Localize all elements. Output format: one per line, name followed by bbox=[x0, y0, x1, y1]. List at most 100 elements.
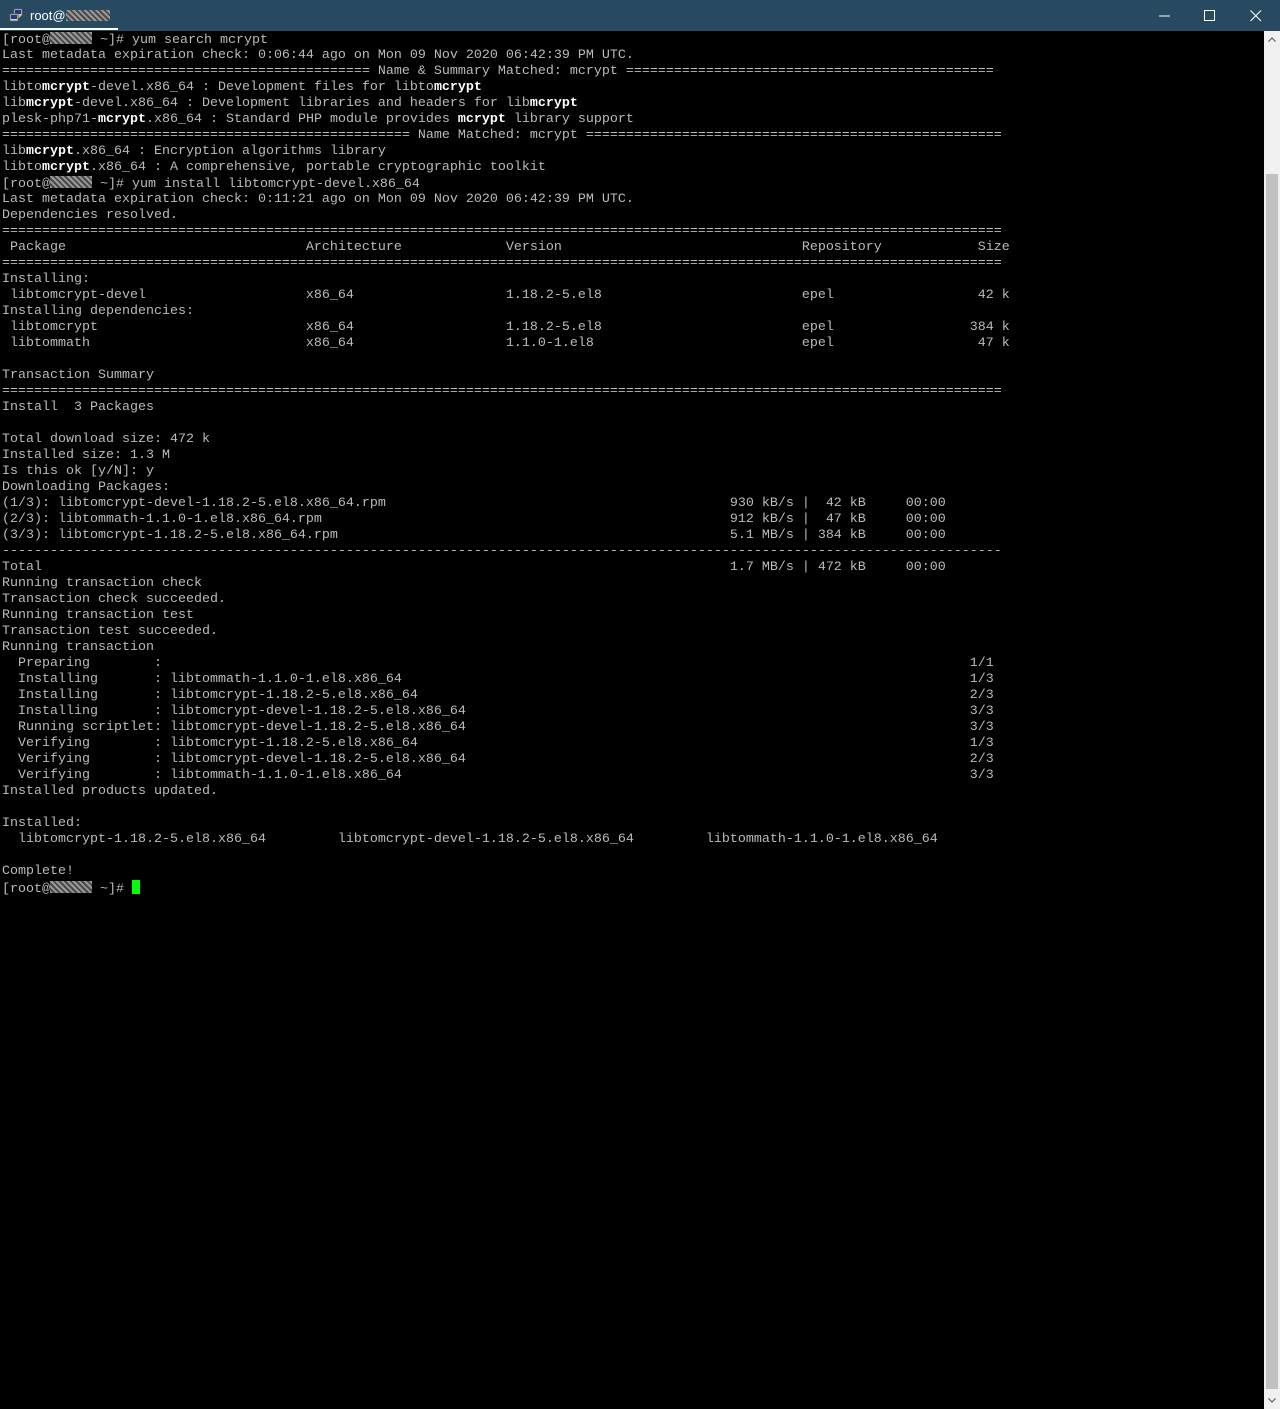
terminal-text: .x86_64 : Encryption algorithms library bbox=[74, 144, 386, 159]
title-bar[interactable]: root@ bbox=[0, 0, 1280, 31]
terminal-line: Installing : libtomcrypt-devel-1.18.2-5.… bbox=[2, 704, 1010, 720]
terminal-line: Complete! bbox=[2, 864, 1010, 880]
terminal-line: Downloading Packages: bbox=[2, 480, 1010, 496]
terminal-line: Installing : libtomcrypt-1.18.2-5.el8.x8… bbox=[2, 688, 1010, 704]
search-match: mcrypt bbox=[529, 96, 578, 111]
maximize-button[interactable] bbox=[1187, 0, 1233, 31]
scroll-up-button[interactable] bbox=[1264, 31, 1280, 48]
terminal-text: Verifying : libtommath-1.1.0-1.el8.x86_6… bbox=[2, 768, 994, 783]
scrollbar-thumb[interactable] bbox=[1266, 174, 1278, 1389]
terminal-text: Downloading Packages: bbox=[2, 480, 170, 495]
terminal-line: Installing : libtommath-1.1.0-1.el8.x86_… bbox=[2, 672, 1010, 688]
terminal-line: plesk-php71-mcrypt.x86_64 : Standard PHP… bbox=[2, 112, 1010, 128]
terminal-lines: [root@ ~]# yum search mcrypt Last metadat… bbox=[2, 32, 1010, 897]
terminal-text: Running transaction check bbox=[2, 576, 202, 591]
terminal-line: libtomcrypt-devel x86_64 1.18.2-5.el8 ep… bbox=[2, 288, 1010, 304]
terminal-text: plesk-php71- bbox=[2, 112, 98, 127]
search-match: mcrypt bbox=[42, 160, 90, 175]
terminal-line: (2/3): libtommath-1.1.0-1.el8.x86_64.rpm… bbox=[2, 512, 1010, 528]
terminal-text: Running transaction test bbox=[2, 608, 194, 623]
close-button[interactable] bbox=[1233, 0, 1279, 31]
terminal-text: -devel.x86_64 : Development files for li… bbox=[90, 80, 434, 95]
terminal-text: Installed: bbox=[2, 816, 82, 831]
terminal-text: libtomcrypt-devel x86_64 1.18.2-5.el8 ep… bbox=[2, 288, 1010, 303]
terminal-text: ========================================… bbox=[2, 256, 1002, 271]
terminal-text: .x86_64 : Standard PHP module provides bbox=[145, 112, 458, 127]
terminal-line: Install 3 Packages bbox=[2, 400, 1010, 416]
terminal-text: libto bbox=[2, 80, 42, 95]
terminal-text: libtomcrypt x86_64 1.18.2-5.el8 epel 384… bbox=[2, 320, 1010, 335]
search-match: mcrypt bbox=[457, 112, 506, 127]
terminal-text: library support bbox=[505, 112, 634, 127]
minimize-button[interactable] bbox=[1142, 0, 1188, 31]
terminal-text: lib bbox=[2, 144, 26, 159]
redacted-hostname bbox=[50, 176, 92, 188]
terminal-text: Install 3 Packages bbox=[2, 400, 154, 415]
scroll-down-button[interactable] bbox=[1264, 1392, 1280, 1409]
terminal-cursor bbox=[132, 880, 140, 894]
terminal-text: Last metadata expiration check: 0:11:21 … bbox=[2, 192, 634, 207]
terminal-text: Package Architecture Version Repository … bbox=[2, 240, 1010, 255]
terminal-line: libtommath x86_64 1.1.0-1.el8 epel 47 k bbox=[2, 336, 1010, 352]
redacted-hostname bbox=[50, 32, 92, 44]
shell-prompt: [root@ bbox=[2, 881, 92, 897]
terminal-line: ========================================… bbox=[2, 384, 1010, 400]
window-tab[interactable]: root@ bbox=[0, 0, 118, 30]
terminal-line: ========================================… bbox=[2, 224, 1010, 240]
terminal-text: Last metadata expiration check: 0:06:44 … bbox=[2, 48, 634, 63]
terminal-text: ~]# bbox=[92, 882, 132, 897]
terminal-text: Installing : libtommath-1.1.0-1.el8.x86_… bbox=[2, 672, 994, 687]
terminal-text: Installed size: 1.3 M bbox=[2, 448, 170, 463]
terminal-line: Running transaction test bbox=[2, 608, 1010, 624]
terminal-line: Installing: bbox=[2, 272, 1010, 288]
terminal-line: libtomcrypt x86_64 1.18.2-5.el8 epel 384… bbox=[2, 320, 1010, 336]
terminal-text: ========================================… bbox=[2, 64, 994, 79]
terminal-line: libtomcrypt.x86_64 : A comprehensive, po… bbox=[2, 160, 1010, 176]
terminal-text: ~]# yum search mcrypt bbox=[92, 33, 268, 48]
terminal-line: Dependencies resolved. bbox=[2, 208, 1010, 224]
terminal-text: libtommath x86_64 1.1.0-1.el8 epel 47 k bbox=[2, 336, 1010, 351]
terminal-output[interactable]: [root@ ~]# yum search mcrypt Last metadat… bbox=[0, 31, 1264, 1409]
search-match: mcrypt bbox=[42, 80, 90, 95]
terminal-text: (1/3): libtomcrypt-devel-1.18.2-5.el8.x8… bbox=[2, 496, 946, 511]
terminal-line: [root@ ~]# bbox=[2, 880, 1010, 897]
terminal-line: Running transaction check bbox=[2, 576, 1010, 592]
terminal-line: libmcrypt.x86_64 : Encryption algorithms… bbox=[2, 144, 1010, 160]
shell-prompt: [root@ bbox=[2, 32, 92, 48]
terminal-text: ~]# yum install libtomcrypt-devel.x86_64 bbox=[92, 177, 420, 192]
terminal-line: (3/3): libtomcrypt-1.18.2-5.el8.x86_64.r… bbox=[2, 528, 1010, 544]
terminal-text: (2/3): libtommath-1.1.0-1.el8.x86_64.rpm… bbox=[2, 512, 946, 527]
terminal-text: ========================================… bbox=[2, 384, 1002, 399]
terminal-line: Last metadata expiration check: 0:06:44 … bbox=[2, 48, 1010, 64]
terminal-line: ========================================… bbox=[2, 64, 1010, 80]
terminal-text: Complete! bbox=[2, 864, 74, 879]
terminal-line: Transaction Summary bbox=[2, 368, 1010, 384]
terminal-line: Installed size: 1.3 M bbox=[2, 448, 1010, 464]
window-title: root@ bbox=[30, 8, 110, 23]
terminal-text: lib bbox=[2, 96, 26, 111]
search-match: mcrypt bbox=[433, 80, 482, 95]
terminal-text: Verifying : libtomcrypt-1.18.2-5.el8.x86… bbox=[2, 736, 994, 751]
terminal-line: Verifying : libtomcrypt-1.18.2-5.el8.x86… bbox=[2, 736, 1010, 752]
terminal-text: Running transaction bbox=[2, 640, 154, 655]
terminal-line: libmcrypt-devel.x86_64 : Development lib… bbox=[2, 96, 1010, 112]
terminal-text: libto bbox=[2, 160, 42, 175]
close-icon bbox=[1250, 10, 1262, 22]
terminal-text: Transaction Summary bbox=[2, 368, 154, 383]
vertical-scrollbar[interactable] bbox=[1264, 31, 1280, 1409]
search-match: mcrypt bbox=[97, 112, 146, 127]
terminal-text: Installing dependencies: bbox=[2, 304, 194, 319]
terminal-line: Transaction test succeeded. bbox=[2, 624, 1010, 640]
terminal-text: ----------------------------------------… bbox=[2, 544, 1002, 559]
terminal-line: ----------------------------------------… bbox=[2, 544, 1010, 560]
terminal-line: Running scriptlet: libtomcrypt-devel-1.1… bbox=[2, 720, 1010, 736]
terminal-line: libtomcrypt-devel.x86_64 : Development f… bbox=[2, 80, 1010, 96]
terminal-text: Is this ok [y/N]: y bbox=[2, 464, 154, 479]
terminal-text: Verifying : libtomcrypt-devel-1.18.2-5.e… bbox=[2, 752, 994, 767]
search-match: mcrypt bbox=[26, 96, 74, 111]
terminal-text: .x86_64 : A comprehensive, portable cryp… bbox=[90, 160, 546, 175]
terminal-line: ========================================… bbox=[2, 128, 1010, 144]
